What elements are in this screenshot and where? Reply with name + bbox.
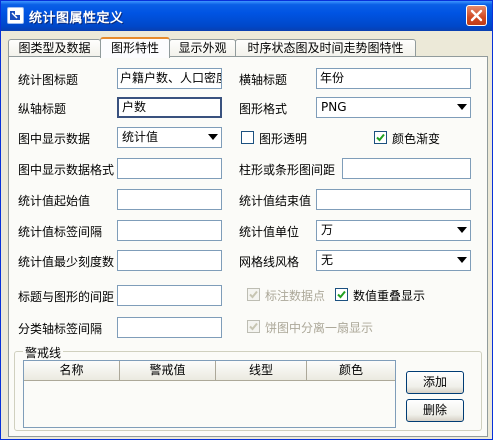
pie-separate-checkbox[interactable]: [247, 320, 260, 333]
display-data-value: 统计值: [122, 130, 159, 144]
end-value-label: 统计值结束值: [239, 194, 312, 208]
tab-panel: 统计图标题 户籍户数、人口密度 横轴标题 年份 纵轴标题 户数 图形格式 PNG…: [8, 56, 488, 437]
grid-style-value: 无: [321, 253, 334, 267]
column-header-value[interactable]: 警戒值: [120, 361, 216, 381]
chevron-down-icon: [457, 104, 467, 110]
transparent-checkbox[interactable]: [241, 131, 254, 144]
add-button[interactable]: 添加: [406, 371, 464, 394]
checkmark-icon: [249, 322, 258, 331]
transparent-label: 图形透明: [259, 132, 308, 146]
dialog-window: 统计图属性定义 图类型及数据 图形特性 显示外观 时序状态图及时间走势图特性 统…: [0, 0, 493, 440]
chevron-down-icon: [457, 227, 467, 233]
tab-timeseries[interactable]: 时序状态图及时间走势图特性: [235, 39, 416, 57]
chevron-down-icon: [208, 134, 218, 140]
gradient-label: 颜色渐变: [392, 132, 441, 146]
pie-separate-label: 饼图中分离一扇显示: [265, 321, 374, 335]
display-data-select[interactable]: 统计值: [117, 127, 222, 148]
column-header-line-type[interactable]: 线型: [216, 361, 307, 381]
bar-spacing-input[interactable]: [342, 158, 471, 179]
grid-style-select[interactable]: 无: [316, 250, 471, 271]
bar-spacing-label: 柱形或条形图间距: [239, 163, 336, 177]
data-format-input[interactable]: [117, 158, 222, 179]
tab-strip: 图类型及数据 图形特性 显示外观 时序状态图及时间走势图特性: [8, 37, 488, 58]
close-button[interactable]: [466, 5, 487, 26]
title-bar[interactable]: 统计图属性定义: [1, 1, 492, 31]
data-format-label: 图中显示数据格式: [18, 163, 115, 177]
column-header-name[interactable]: 名称: [24, 361, 120, 381]
unit-select[interactable]: 万: [316, 220, 471, 241]
display-data-label: 图中显示数据: [18, 132, 91, 146]
overlap-values-checkbox[interactable]: [335, 288, 348, 301]
title-spacing-label: 标题与图形的间距: [18, 290, 115, 304]
unit-label: 统计值单位: [239, 225, 300, 239]
app-icon: [7, 7, 24, 24]
chart-format-select[interactable]: PNG: [316, 97, 471, 118]
y-axis-title-label: 纵轴标题: [18, 102, 67, 116]
chart-format-value: PNG: [321, 100, 347, 114]
label-interval-label: 统计值标签间隔: [18, 225, 103, 239]
checkmark-icon: [376, 133, 385, 142]
category-interval-label: 分类轴标签间隔: [18, 322, 103, 336]
y-axis-title-input[interactable]: 户数: [117, 97, 222, 118]
close-icon: [470, 9, 483, 22]
gradient-checkbox[interactable]: [374, 131, 387, 144]
x-axis-title-label: 横轴标题: [239, 73, 288, 87]
tab-chart-properties[interactable]: 图形特性: [100, 37, 170, 58]
tab-appearance[interactable]: 显示外观: [169, 39, 236, 57]
min-ticks-label: 统计值最少刻度数: [18, 255, 115, 269]
category-interval-input[interactable]: [117, 317, 222, 338]
window-title: 统计图属性定义: [29, 11, 124, 26]
delete-button[interactable]: 删除: [406, 399, 464, 422]
title-spacing-input[interactable]: [117, 285, 222, 306]
chart-title-input[interactable]: 户籍户数、人口密度: [117, 68, 222, 89]
overlap-values-label: 数值重叠显示: [353, 289, 426, 303]
label-interval-input[interactable]: [117, 220, 222, 241]
column-header-color[interactable]: 颜色: [307, 361, 395, 381]
tab-chart-type-data[interactable]: 图类型及数据: [8, 39, 101, 57]
x-axis-title-input[interactable]: 年份: [316, 68, 471, 89]
chevron-down-icon: [457, 257, 467, 263]
checkmark-icon: [249, 290, 258, 299]
checkmark-icon: [337, 290, 346, 299]
start-value-label: 统计值起始值: [18, 194, 91, 208]
min-ticks-input[interactable]: [117, 250, 222, 271]
table-header: 名称 警戒值 线型 颜色: [24, 361, 395, 381]
warning-line-table[interactable]: 名称 警戒值 线型 颜色: [23, 360, 396, 428]
unit-value: 万: [321, 223, 334, 237]
mark-points-label: 标注数据点: [265, 289, 326, 303]
grid-style-label: 网格线风格: [239, 255, 300, 269]
chart-title-label: 统计图标题: [18, 73, 79, 87]
start-value-input[interactable]: [117, 189, 222, 210]
mark-points-checkbox[interactable]: [247, 288, 260, 301]
warning-line-label: 警戒线: [23, 344, 64, 361]
end-value-input[interactable]: [316, 189, 471, 210]
chart-format-label: 图形格式: [239, 102, 288, 116]
